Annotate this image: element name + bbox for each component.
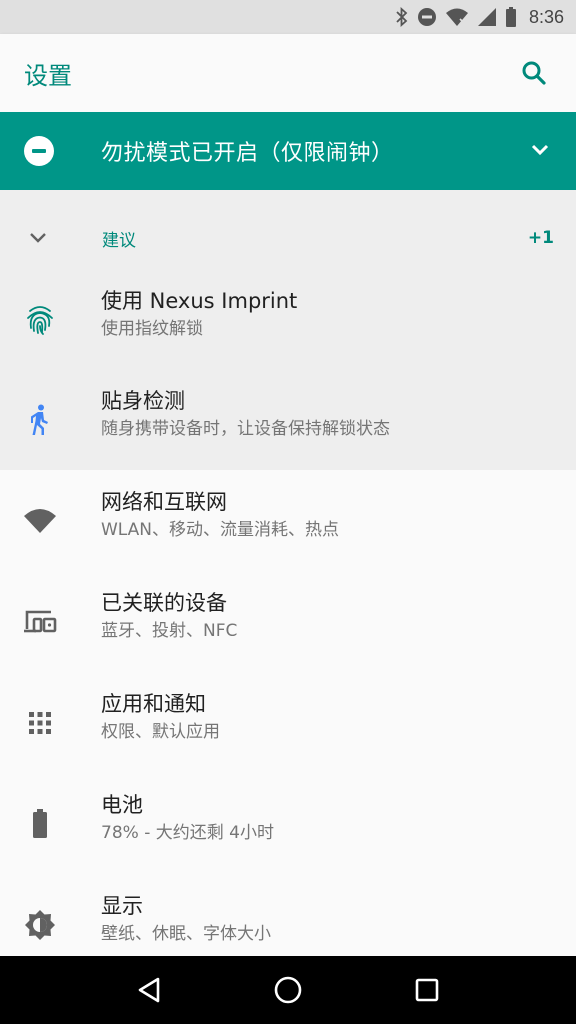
- suggestion-item-title: 使用 Nexus Imprint: [101, 289, 298, 313]
- settings-item-subtitle: WLAN、移动、流量消耗、热点: [101, 520, 340, 540]
- apps-grid-icon: [22, 705, 58, 741]
- suggestions-title: 建议: [102, 230, 136, 251]
- suggestion-item-on-body[interactable]: 贴身检测 随身携带设备时，让设备保持解锁状态: [0, 372, 576, 468]
- walking-person-icon: [22, 402, 58, 438]
- fingerprint-icon: [22, 302, 58, 338]
- suggestion-item-title: 贴身检测: [101, 389, 185, 413]
- suggestion-item-subtitle: 使用指纹解锁: [101, 319, 203, 339]
- suggestion-item-text: 贴身检测 随身携带设备时，让设备保持解锁状态: [101, 386, 390, 442]
- battery-status-icon: [505, 7, 517, 27]
- search-icon: [522, 61, 546, 85]
- dnd-banner-text: 勿扰模式已开启（仅限闹钟）: [101, 141, 394, 166]
- suggestion-item-subtitle: 随身携带设备时，让设备保持解锁状态: [101, 419, 390, 439]
- home-button[interactable]: [268, 970, 308, 1010]
- recents-icon: [415, 978, 438, 1002]
- page-title: 设置: [24, 61, 72, 90]
- settings-item-subtitle: 壁纸、休眠、字体大小: [101, 924, 271, 944]
- settings-item-title: 电池: [101, 793, 143, 817]
- wifi-status-icon: [445, 7, 469, 27]
- settings-item-text: 网络和互联网 WLAN、移动、流量消耗、热点: [101, 487, 339, 543]
- expand-chevron-button[interactable]: [530, 142, 550, 161]
- settings-item-title: 显示: [101, 894, 143, 918]
- settings-item-network[interactable]: 网络和互联网 WLAN、移动、流量消耗、热点: [0, 473, 576, 569]
- settings-item-text: 显示 壁纸、休眠、字体大小: [101, 891, 271, 947]
- devices-icon: [22, 604, 58, 640]
- settings-item-subtitle: 蓝牙、投射、NFC: [101, 621, 238, 641]
- recents-button[interactable]: [407, 970, 447, 1010]
- settings-item-title: 网络和互联网: [101, 490, 227, 514]
- chevron-down-icon: [28, 231, 50, 245]
- dnd-status-icon: [417, 7, 437, 27]
- wifi-icon: [22, 503, 58, 539]
- navigation-bar: [0, 956, 576, 1024]
- battery-icon: [22, 806, 58, 842]
- suggestion-item-text: 使用 Nexus Imprint 使用指纹解锁: [101, 286, 297, 342]
- bluetooth-icon: [395, 7, 409, 27]
- settings-item-subtitle: 78% - 大约还剩 4小时: [101, 823, 274, 843]
- settings-item-apps[interactable]: 应用和通知 权限、默认应用: [0, 675, 576, 771]
- settings-item-text: 已关联的设备 蓝牙、投射、NFC: [101, 588, 237, 644]
- back-icon: [139, 977, 160, 1003]
- signal-icon: [477, 7, 497, 27]
- dnd-banner[interactable]: 勿扰模式已开启（仅限闹钟）: [0, 112, 576, 190]
- status-time: 8:36: [528, 6, 564, 27]
- settings-item-connected-devices[interactable]: 已关联的设备 蓝牙、投射、NFC: [0, 574, 576, 670]
- settings-item-title: 应用和通知: [101, 692, 206, 716]
- status-bar: 8:36: [0, 0, 576, 34]
- suggestion-item-fingerprint[interactable]: 使用 Nexus Imprint 使用指纹解锁: [0, 272, 576, 368]
- settings-item-title: 已关联的设备: [101, 591, 227, 615]
- brightness-icon: [22, 907, 58, 943]
- search-button[interactable]: [514, 53, 554, 93]
- app-bar: 设置: [0, 34, 576, 112]
- settings-item-subtitle: 权限、默认应用: [101, 722, 220, 742]
- settings-item-battery[interactable]: 电池 78% - 大约还剩 4小时: [0, 776, 576, 872]
- home-icon: [274, 976, 302, 1004]
- settings-item-text: 电池 78% - 大约还剩 4小时: [101, 790, 274, 846]
- dnd-icon: [24, 136, 54, 166]
- back-button[interactable]: [129, 970, 169, 1010]
- chevron-down-icon: [531, 144, 549, 155]
- settings-item-text: 应用和通知 权限、默认应用: [101, 689, 220, 745]
- suggestions-count: +1: [527, 228, 554, 248]
